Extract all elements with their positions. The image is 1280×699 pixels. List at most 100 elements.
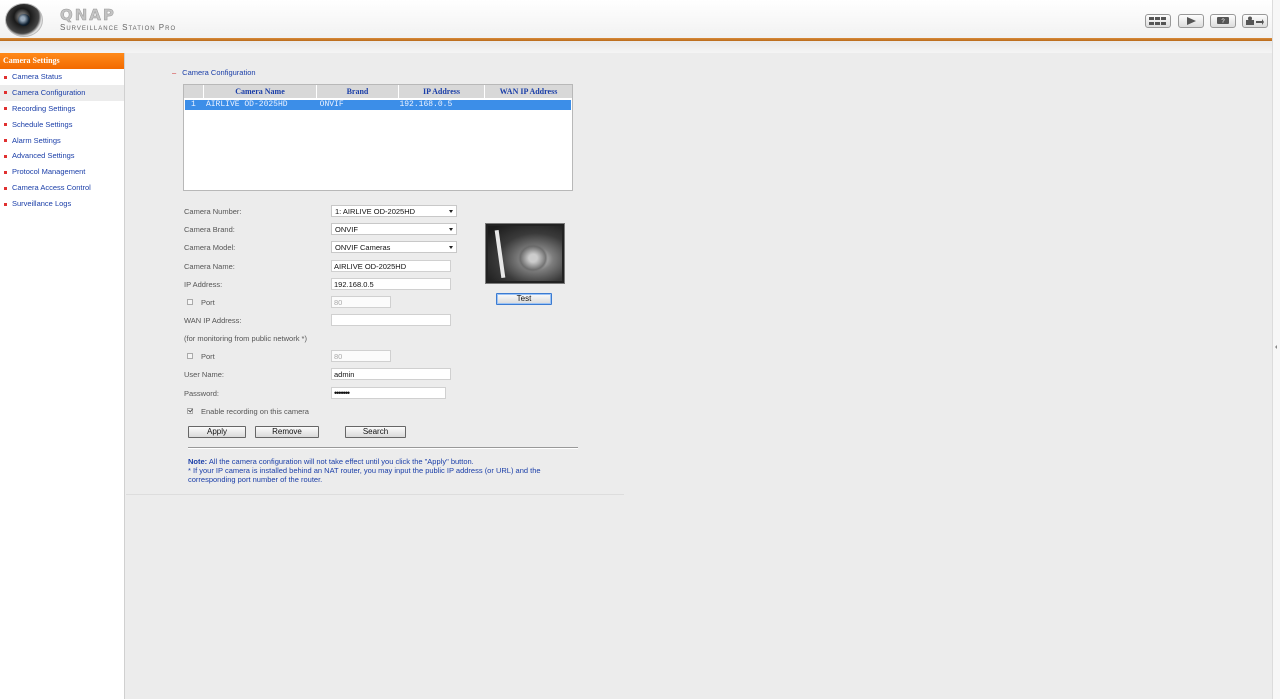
ip-address-input[interactable]: 192.168.0.5 (331, 278, 451, 290)
logout-icon (1246, 16, 1264, 25)
sidebar-item-label: Schedule Settings (12, 119, 73, 129)
cell-brand: ONVIF (319, 100, 344, 109)
brand-logo: QNAP (60, 6, 116, 25)
sidebar-item-alarm-settings[interactable]: Alarm Settings (0, 133, 124, 149)
camera-logo-icon (5, 3, 43, 37)
sidebar-item-label: Camera Configuration (12, 87, 86, 97)
bullet-icon (4, 154, 7, 158)
camera-model-select[interactable]: ONVIF Cameras (331, 241, 457, 253)
bullet-icon (4, 91, 7, 95)
sidebar-item-label: Advanced Settings (12, 151, 75, 161)
password-input[interactable]: ••••••• (331, 387, 446, 399)
camera-preview (485, 223, 565, 284)
camera-model-label: Camera Model: (184, 243, 236, 252)
config-panel: – Camera Configuration Camera Name Brand … (126, 53, 624, 495)
help-icon: ? (1217, 17, 1229, 25)
column-header-ip-address[interactable]: IP Address (399, 85, 485, 98)
section-title[interactable]: – Camera Configuration (172, 68, 256, 77)
help-button[interactable]: ? (1210, 14, 1236, 28)
sidebar-item-label: Camera Access Control (12, 183, 91, 193)
sidebar-item-advanced-settings[interactable]: Advanced Settings (0, 148, 124, 164)
note-text: Note: All the camera configuration will … (188, 457, 588, 484)
bullet-icon (4, 139, 7, 143)
password-label: Password: (184, 389, 220, 398)
sidebar-item-protocol-management[interactable]: Protocol Management (0, 164, 124, 180)
apply-button[interactable]: Apply (188, 426, 246, 438)
app-header: QNAP Surveillance Station Pro ? (0, 0, 1272, 40)
camera-table: Camera Name Brand IP Address WAN IP Addr… (183, 84, 573, 191)
column-header-brand[interactable]: Brand (317, 85, 399, 98)
header-shadow (0, 41, 1272, 53)
bullet-icon (4, 75, 7, 79)
section-title-label: Camera Configuration (182, 68, 256, 77)
preview-image (488, 226, 562, 281)
cell-number: 1 (191, 100, 196, 109)
main-content: – Camera Configuration Camera Name Brand … (126, 53, 1272, 699)
playback-icon (1187, 17, 1196, 25)
bullet-icon (4, 186, 7, 190)
wan-port-checkbox[interactable] (187, 353, 193, 359)
sidebar-title: Camera Settings (0, 53, 124, 69)
cell-ip-address: 192.168.0.5 (399, 100, 453, 109)
wan-note: (for monitoring from public network *) (184, 334, 307, 343)
camera-brand-label: Camera Brand: (184, 225, 235, 234)
column-header-number (184, 85, 204, 98)
sidebar-item-schedule-settings[interactable]: Schedule Settings (0, 117, 124, 133)
bullet-icon (4, 107, 7, 111)
cell-camera-name: AIRLIVE OD-2025HD (205, 100, 288, 109)
camera-number-value: 1: AIRLIVE OD-2025HD (335, 207, 416, 216)
sidebar-item-label: Camera Status (12, 72, 63, 81)
sidebar-item-camera-configuration[interactable]: Camera Configuration (0, 84, 124, 101)
product-name: Surveillance Station Pro (60, 23, 177, 32)
camera-brand-value: ONVIF (335, 225, 358, 234)
chevron-down-icon (449, 210, 453, 213)
camera-name-label: Camera Name: (184, 262, 235, 271)
sidebar-item-label: Recording Settings (12, 103, 76, 113)
camera-number-select[interactable]: 1: AIRLIVE OD-2025HD (331, 205, 457, 217)
bullet-icon (4, 123, 7, 127)
sidebar-item-label: Protocol Management (12, 167, 86, 177)
camera-model-value: ONVIF Cameras (335, 243, 391, 252)
camera-number-label: Camera Number: (184, 207, 242, 216)
remove-button[interactable]: Remove (255, 426, 319, 438)
camera-brand-select[interactable]: ONVIF (331, 223, 457, 235)
monitor-layout-button[interactable] (1145, 14, 1171, 28)
sidebar: Camera Settings Camera Status Camera Con… (0, 53, 125, 699)
table-row[interactable]: 1 AIRLIVE OD-2025HD ONVIF 192.168.0.5 (185, 100, 571, 110)
sidebar-item-recording-settings[interactable]: Recording Settings (0, 101, 124, 117)
chevron-down-icon (449, 228, 453, 231)
table-header: Camera Name Brand IP Address WAN IP Addr… (184, 85, 572, 98)
test-button[interactable]: Test (496, 293, 552, 305)
playback-button[interactable] (1178, 14, 1204, 28)
bullet-icon (4, 202, 7, 206)
monitor-layout-icon (1149, 17, 1166, 25)
wan-port-input[interactable]: 80 (331, 350, 391, 362)
cell-wan-ip-address (485, 100, 571, 110)
sidebar-item-surveillance-logs[interactable]: Surveillance Logs (0, 196, 124, 212)
sidebar-item-label: Alarm Settings (12, 135, 61, 145)
wan-port-label: Port (201, 352, 215, 361)
search-button[interactable]: Search (345, 426, 406, 438)
sidebar-item-label: Surveillance Logs (12, 199, 72, 209)
collapse-icon[interactable]: – (172, 68, 176, 77)
chevron-down-icon (449, 246, 453, 249)
divider (188, 447, 578, 449)
sidebar-item-camera-status[interactable]: Camera Status (0, 69, 124, 85)
column-header-camera-name[interactable]: Camera Name (204, 85, 317, 98)
enable-recording-checkbox[interactable] (187, 408, 193, 414)
port-label: Port (201, 298, 215, 307)
username-input[interactable]: admin (331, 368, 451, 380)
camera-name-input[interactable]: AIRLIVE OD-2025HD (331, 260, 451, 272)
column-header-wan-ip-address[interactable]: WAN IP Address (485, 85, 572, 98)
ip-address-label: IP Address: (184, 280, 223, 289)
username-label: User Name: (184, 370, 225, 379)
wan-ip-input[interactable] (331, 314, 451, 326)
port-input[interactable]: 80 (331, 296, 391, 308)
note-prefix: Note: (188, 457, 208, 466)
note-line1: All the camera configuration will not ta… (207, 457, 474, 466)
note-line2: * If your IP camera is installed behind … (188, 466, 541, 484)
port-checkbox[interactable] (187, 299, 193, 305)
sidebar-item-camera-access-control[interactable]: Camera Access Control (0, 180, 124, 196)
logout-button[interactable] (1242, 14, 1268, 28)
window-edge-scrollbar[interactable] (1272, 0, 1280, 699)
